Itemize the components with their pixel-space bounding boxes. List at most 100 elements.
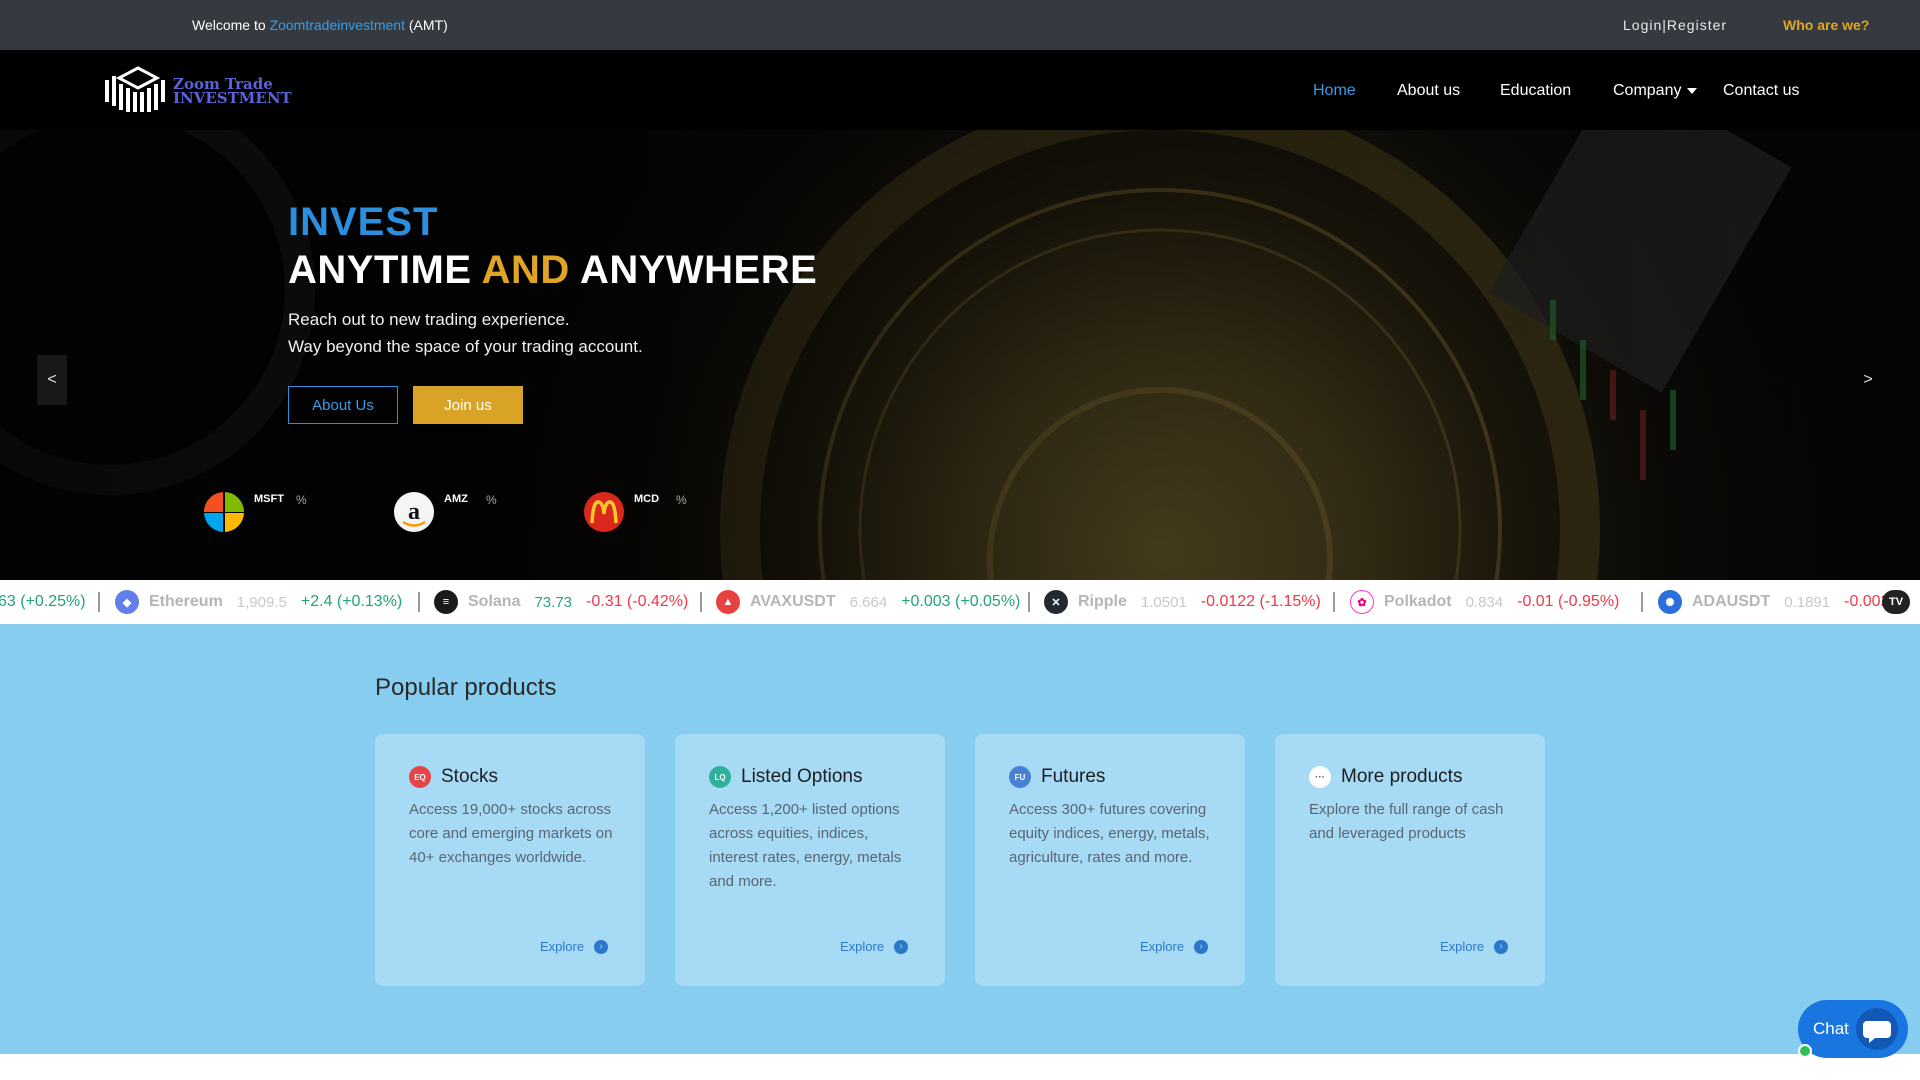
login-link[interactable]: Login — [1623, 17, 1662, 33]
nav-education[interactable]: Education — [1500, 82, 1571, 100]
arrow-right-circle-icon: › — [894, 939, 909, 954]
amazon-logo-icon: a — [394, 492, 434, 532]
options-badge-icon: LQ — [709, 766, 731, 788]
nav-contact-us[interactable]: Contact us — [1723, 82, 1799, 100]
top-bar: Welcome to Zoomtradeinvestment (AMT) Log… — [0, 0, 1920, 50]
ticker-item-polkadot[interactable]: ✿ Polkadot 0.834 -0.01 (-0.95%) — [1350, 580, 1619, 624]
ticker-name: Polkadot — [1384, 593, 1452, 610]
explore-link[interactable]: Explore › — [840, 939, 909, 954]
hero-headline-and: AND — [481, 248, 570, 292]
nav-company-label: Company — [1613, 82, 1682, 99]
ticker-name: Ripple — [1078, 593, 1127, 610]
ticker-price: 73.73 — [534, 593, 573, 611]
product-card-listed-options[interactable]: LQ Listed Options Access 1,200+ listed o… — [675, 734, 945, 986]
auth-links: Login|Register — [1623, 17, 1727, 33]
site-logo[interactable]: Zoom Trade INVESTMENT — [105, 66, 292, 114]
tradingview-logo-icon[interactable]: TV — [1882, 590, 1910, 614]
ticker-change: +2.4 (+0.13%) — [300, 593, 403, 610]
product-card-stocks[interactable]: EQ Stocks Access 19,000+ stocks across c… — [375, 734, 645, 986]
more-dots-icon: ··· — [1309, 766, 1331, 788]
hero-banner: INVEST ANYTIME AND ANYWHERE Reach out to… — [0, 130, 1920, 580]
hero-subtitle-1: Reach out to new trading experience. — [288, 310, 570, 329]
ticker-name: Solana — [468, 593, 521, 610]
ticker-item-adausdt[interactable]: ✺ ADAUSDT 0.1891 -0.002 — [1658, 580, 1889, 624]
avalanche-icon: ▲ — [716, 590, 740, 614]
hero-headline-anytime: ANYTIME — [288, 248, 472, 292]
welcome-message: Welcome to Zoomtradeinvestment (AMT) — [192, 17, 448, 33]
stock-widget-amz[interactable]: a AMZ % — [394, 490, 524, 540]
ticker-item-ripple[interactable]: ✕ Ripple 1.0501 -0.0122 (-1.15%) — [1044, 580, 1321, 624]
ticker-change: +0.003 (+0.05%) — [901, 593, 1021, 610]
svg-text:a: a — [408, 499, 420, 525]
ticker-item-ethereum[interactable]: ◆ Ethereum 1,909.5 +2.4 (+0.13%) — [115, 580, 402, 624]
welcome-suffix: (AMT) — [408, 17, 448, 33]
futures-badge-icon: FU — [1009, 766, 1031, 788]
explore-label: Explore — [540, 939, 585, 954]
ticker-change: -0.0122 (-1.15%) — [1200, 593, 1321, 610]
chat-widget-button[interactable]: Chat — [1798, 1000, 1908, 1058]
register-link[interactable]: Register — [1667, 17, 1727, 33]
ticker-item-solana[interactable]: ≡ Solana 73.73 -0.31 (-0.42%) — [434, 580, 688, 624]
chat-bubble-icon — [1856, 1008, 1898, 1050]
nav-company[interactable]: Company — [1613, 82, 1698, 100]
product-card-futures[interactable]: FU Futures Access 300+ futures covering … — [975, 734, 1245, 986]
main-navbar: Zoom Trade INVESTMENT Home About us Educ… — [0, 50, 1920, 130]
stock-percent: % — [486, 493, 497, 507]
ticker-change: -0.01 (-0.95%) — [1517, 593, 1620, 610]
stock-symbol: MSFT — [254, 493, 284, 505]
card-description: Access 1,200+ listed options across equi… — [709, 801, 902, 890]
about-us-button[interactable]: About Us — [288, 386, 398, 424]
ticker-change: -0.31 (-0.42%) — [586, 593, 689, 610]
product-card-more-products[interactable]: ··· More products Explore the full range… — [1275, 734, 1545, 986]
brand-link[interactable]: Zoomtradeinvestment — [270, 17, 405, 33]
ticker-name: ADAUSDT — [1692, 593, 1771, 610]
popular-products-section: Popular products EQ Stocks Access 19,000… — [0, 624, 1920, 1054]
arrow-right-circle-icon: › — [1194, 939, 1209, 954]
explore-link[interactable]: Explore › — [1440, 939, 1509, 954]
explore-link[interactable]: Explore › — [540, 939, 609, 954]
card-description: Access 19,000+ stocks across core and em… — [409, 801, 613, 866]
stock-widget-msft[interactable]: MSFT % — [204, 490, 334, 540]
carousel-prev-button[interactable]: < — [37, 355, 67, 405]
ticker-divider — [1641, 592, 1643, 612]
caret-down-icon — [1687, 87, 1698, 94]
stock-percent: % — [296, 493, 307, 507]
ticker-change: 63 (+0.25%) — [0, 593, 86, 610]
explore-label: Explore — [1140, 939, 1185, 954]
solana-icon: ≡ — [434, 590, 458, 614]
explore-label: Explore — [840, 939, 885, 954]
nav-home[interactable]: Home — [1313, 82, 1356, 100]
logo-wordmark: Zoom Trade INVESTMENT — [173, 77, 292, 106]
stock-widget-mcd[interactable]: MCD % — [584, 490, 714, 540]
who-are-we-link[interactable]: Who are we? — [1783, 17, 1869, 33]
join-us-button[interactable]: Join us — [413, 386, 523, 424]
hero-headline-invest: INVEST — [288, 200, 439, 244]
carousel-next-button[interactable]: > — [1853, 355, 1883, 405]
stocks-badge-icon: EQ — [409, 766, 431, 788]
stock-symbol: AMZ — [444, 493, 468, 505]
ticker-divider — [700, 592, 702, 612]
ticker-price: 0.834 — [1465, 593, 1504, 611]
nav-about-us[interactable]: About us — [1397, 82, 1460, 100]
ticker-name: AVAXUSDT — [750, 593, 836, 610]
ticker-name: Ethereum — [149, 593, 223, 610]
hero-headline-anywhere: ANYWHERE — [579, 248, 818, 292]
cardano-icon: ✺ — [1658, 590, 1682, 614]
ripple-icon: ✕ — [1044, 590, 1068, 614]
ticker-divider — [418, 592, 420, 612]
arrow-right-circle-icon: › — [1494, 939, 1509, 954]
online-status-indicator — [1798, 1044, 1812, 1058]
card-description: Access 300+ futures covering equity indi… — [1009, 801, 1210, 866]
crypto-ticker-tape[interactable]: 63 (+0.25%) ◆ Ethereum 1,909.5 +2.4 (+0.… — [0, 580, 1920, 624]
ticker-item-avaxusdt[interactable]: ▲ AVAXUSDT 6.664 +0.003 (+0.05%) — [716, 580, 1020, 624]
ticker-item[interactable]: 63 (+0.25%) — [0, 580, 86, 624]
explore-label: Explore — [1440, 939, 1485, 954]
explore-link[interactable]: Explore › — [1140, 939, 1209, 954]
hero-subtitle-2: Way beyond the space of your trading acc… — [288, 337, 643, 356]
ticker-price: 0.1891 — [1784, 593, 1831, 611]
card-description: Explore the full range of cash and lever… — [1309, 801, 1504, 842]
ticker-price: 6.664 — [849, 593, 888, 611]
ticker-price: 1.0501 — [1140, 593, 1187, 611]
card-title: Listed Options — [741, 766, 863, 787]
hero-headline: ANYTIME AND ANYWHERE — [288, 248, 817, 293]
